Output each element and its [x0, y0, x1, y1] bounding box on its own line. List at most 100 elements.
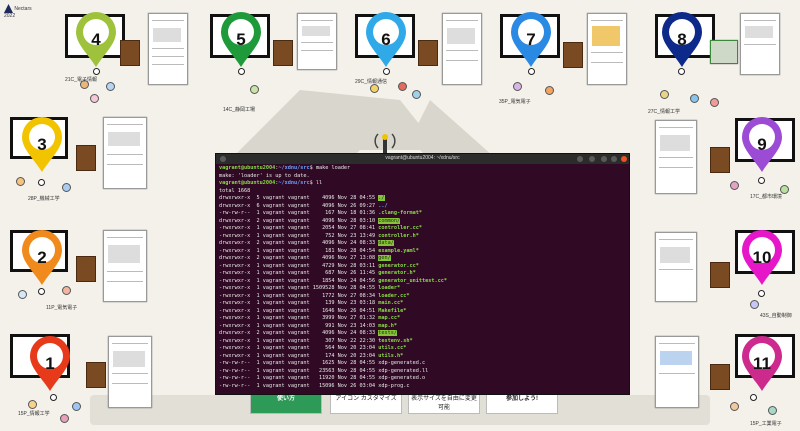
terminal-output-line: -rwxrwxr-x 1 vagrant vagrant 1646 Nov 26… — [219, 308, 626, 316]
booth-hub[interactable] — [678, 68, 685, 75]
terminal-titlebar[interactable]: vagrant@ubuntu2004: ~/xdnu/src — [216, 154, 629, 164]
broadcast-beacon-icon — [374, 133, 396, 154]
file-name: testenv.sh* — [378, 337, 413, 344]
booth-hub[interactable] — [383, 68, 390, 75]
user-avatar[interactable] — [16, 177, 25, 186]
file-name: generator.cc* — [378, 262, 419, 269]
user-avatar[interactable] — [106, 82, 115, 91]
booth-poster[interactable] — [297, 13, 337, 70]
booth-poster[interactable] — [103, 230, 147, 302]
user-avatar[interactable] — [250, 85, 259, 94]
booth-hub[interactable] — [238, 68, 245, 75]
booth-2[interactable]: 2 11P_電気電子 — [8, 228, 168, 323]
user-avatar[interactable] — [750, 300, 759, 309]
user-avatar[interactable] — [412, 90, 421, 99]
terminal-search-button[interactable] — [577, 156, 583, 162]
user-avatar[interactable] — [62, 183, 71, 192]
promo-join-tile[interactable]: 参加しよう! — [486, 392, 558, 414]
video-feed[interactable] — [710, 40, 738, 64]
event-logo[interactable]: Nectars 2022 — [4, 4, 38, 19]
user-avatar[interactable] — [28, 400, 37, 409]
user-avatar[interactable] — [545, 86, 554, 95]
terminal-output[interactable]: vagrant@ubuntu2004:~/xdnu/src$ make load… — [216, 164, 629, 391]
user-avatar[interactable] — [370, 84, 379, 93]
booth-board — [76, 256, 96, 282]
file-meta: drwxrwxr-x 2 vagrant vagrant 4096 Nov 28… — [219, 217, 379, 224]
booth-poster[interactable] — [442, 13, 482, 85]
file-meta: -rw-rw-r-- 1 vagrant vagrant 1625 Nov 28… — [219, 360, 379, 366]
file-name: loader* — [378, 285, 401, 291]
file-name: xdp-generated.o — [378, 375, 426, 381]
booth-5[interactable]: 5 14C_静岡工場 — [205, 10, 345, 120]
user-avatar[interactable] — [513, 82, 522, 91]
file-name: xdp-generated.c — [378, 360, 426, 366]
promo-label: 表示サイズを自由に変更可能 — [411, 396, 477, 411]
booth-number: 8 — [677, 30, 687, 49]
user-avatar[interactable] — [18, 290, 27, 299]
maximize-button[interactable] — [611, 156, 617, 162]
file-name: common/ — [378, 217, 401, 224]
file-name: utils.cc* — [378, 345, 407, 351]
booth-8[interactable]: 8 27C_情報工学 — [640, 10, 800, 120]
booth-1[interactable]: 1 15P_情報工学 — [8, 332, 168, 431]
booth-3[interactable]: 3 28P_機械工学 — [8, 115, 168, 210]
file-name: controller.cc* — [378, 225, 423, 231]
user-avatar[interactable] — [768, 406, 777, 415]
file-name: utils.h* — [378, 352, 404, 359]
file-meta: -rwxrwxr-x 1 vagrant vagrant 1854 Nov 24… — [219, 277, 379, 284]
file-meta: -rwxrwxr-x 1 vagrant vagrant 991 Nov 23 … — [219, 322, 379, 329]
booth-7[interactable]: 7 35P_電気電子 — [495, 10, 635, 120]
user-avatar[interactable] — [398, 82, 407, 91]
booth-poster[interactable] — [655, 120, 697, 194]
terminal-output-line: drwxrwxr-x 6 vagrant vagrant 4096 Nov 26… — [219, 203, 626, 211]
booth-4[interactable]: 4 21C_電子情報 — [60, 10, 195, 120]
booth-hub[interactable] — [93, 68, 100, 75]
virtual-venue-map[interactable]: Nectars 2022 4 21C_電子情報 5 14C_静岡工場 6 29C… — [0, 0, 800, 431]
terminal-output-line: drwxrwxr-x 2 vagrant vagrant 4096 Nov 24… — [219, 330, 626, 338]
file-meta: -rwxrwxr-x 1 vagrant vagrant 139 Nov 23 … — [219, 300, 379, 306]
user-label: 11P_電気電子 — [46, 305, 78, 311]
terminal-window[interactable]: vagrant@ubuntu2004: ~/xdnu/src vagrant@u… — [215, 153, 630, 395]
booth-poster[interactable] — [148, 13, 188, 85]
user-avatar[interactable] — [62, 286, 71, 295]
booth-hub[interactable] — [528, 68, 535, 75]
booth-9[interactable]: 9 17C_都市環境 — [650, 115, 800, 225]
close-button[interactable] — [621, 156, 627, 162]
booth-hub[interactable] — [750, 394, 757, 401]
booth-board — [86, 362, 106, 388]
user-avatar[interactable] — [690, 94, 699, 103]
user-avatar[interactable] — [90, 94, 99, 103]
prompt-user: vagrant@ubuntu2004 — [219, 165, 276, 171]
terminal-menu-button[interactable] — [589, 156, 595, 162]
booth-6[interactable]: 6 29C_情報通信 — [350, 10, 490, 120]
booth-hub[interactable] — [38, 288, 45, 295]
booth-number: 11 — [753, 354, 771, 373]
user-label: 15P_情報工学 — [18, 411, 50, 417]
booth-poster[interactable] — [740, 13, 780, 75]
booth-poster[interactable] — [587, 13, 627, 85]
booth-hub[interactable] — [38, 179, 45, 186]
booth-poster[interactable] — [655, 232, 697, 302]
booth-poster[interactable] — [108, 336, 152, 408]
user-avatar[interactable] — [730, 181, 739, 190]
user-avatar[interactable] — [710, 98, 719, 107]
user-avatar[interactable] — [72, 402, 81, 411]
booth-hub[interactable] — [758, 290, 765, 297]
user-avatar[interactable] — [660, 90, 669, 99]
booth-10[interactable]: 10 43S_自動制御 — [650, 228, 800, 323]
file-name: ./ — [378, 195, 385, 201]
booth-hub[interactable] — [758, 177, 765, 184]
promo-usage-tile[interactable]: 使い方 — [250, 392, 322, 414]
file-name: tests/ — [378, 330, 398, 336]
user-avatar[interactable] — [60, 414, 69, 423]
booth-poster[interactable] — [103, 117, 147, 189]
minimize-button[interactable] — [601, 156, 607, 162]
promo-icon-customize-tile[interactable]: アイコン カスタマイズ — [330, 392, 402, 414]
terminal-output-line: -rwxrwxr-x 1 vagrant vagrant 3999 Nov 27… — [219, 315, 626, 323]
booth-hub[interactable] — [50, 394, 57, 401]
booth-board — [710, 147, 730, 173]
user-avatar[interactable] — [730, 402, 739, 411]
promo-resize-tile[interactable]: 表示サイズを自由に変更可能 — [408, 392, 480, 414]
booth-11[interactable]: 11 15P_工業電子 — [650, 332, 800, 431]
booth-poster[interactable] — [655, 336, 699, 408]
